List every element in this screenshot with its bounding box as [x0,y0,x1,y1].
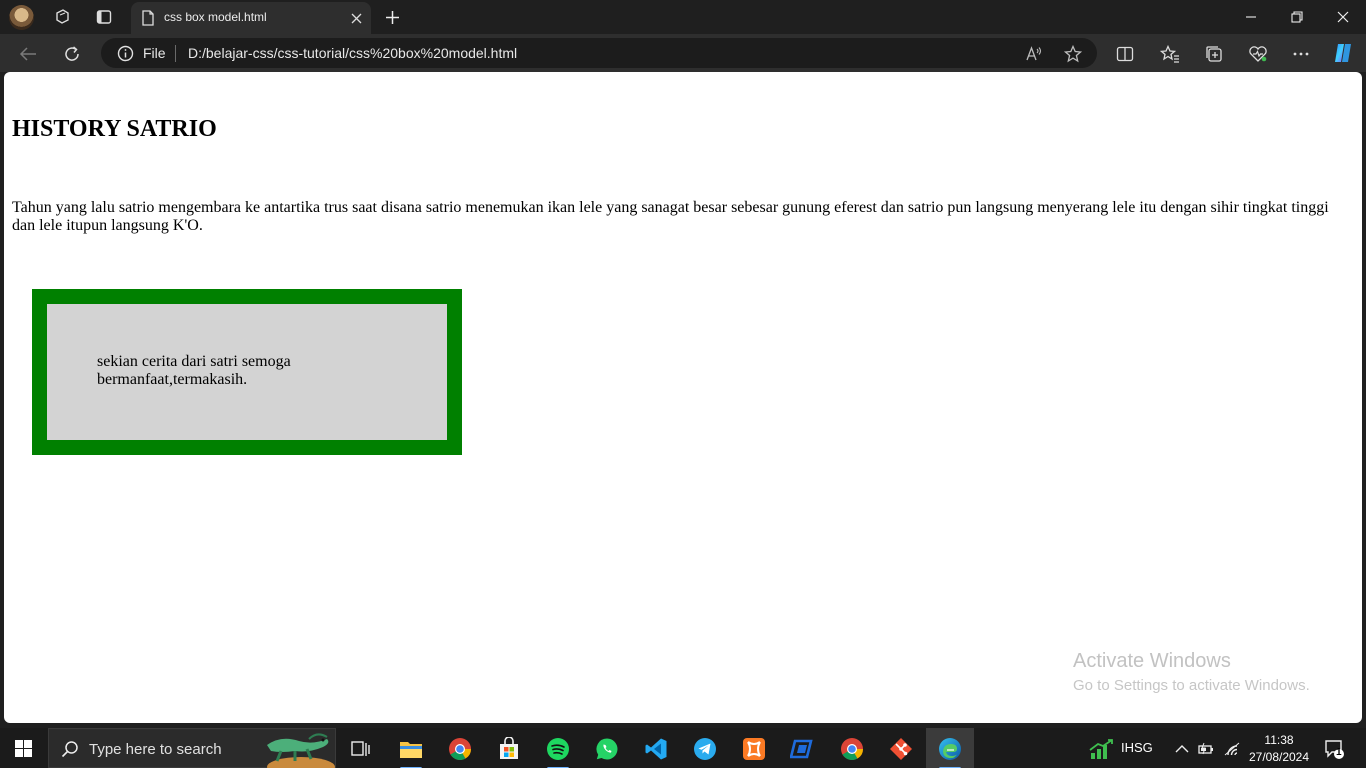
clock-date: 27/08/2024 [1248,750,1310,764]
page-heading: HISTORY SATRIO [12,116,217,142]
telegram-icon[interactable] [692,736,718,762]
taskbar-search[interactable]: Type here to search [48,728,336,768]
search-icon [61,740,79,758]
search-highlight-art-icon [261,731,337,768]
back-icon[interactable] [17,43,39,65]
scheme-label: File [143,45,166,61]
close-window-icon[interactable] [1333,7,1353,27]
url-text[interactable]: D:/belajar-css/css-tutorial/css%20box%20… [188,45,517,61]
watermark-subtitle: Go to Settings to activate Windows. [1073,677,1310,694]
profile-avatar[interactable] [9,5,34,30]
favorite-star-icon[interactable] [1062,43,1084,65]
xampp-icon[interactable] [741,736,767,762]
file-explorer-icon[interactable] [398,736,424,768]
spotify-icon[interactable] [545,736,571,768]
tab-title: css box model.html [164,10,267,24]
box-model-content: sekian cerita dari satri semoga bermanfa… [47,304,447,440]
tab-active[interactable]: css box model.html [131,2,371,34]
site-info-icon[interactable] [117,45,134,62]
vscode-icon[interactable] [643,736,669,762]
tab-strip: css box model.html [0,0,1366,34]
copilot-icon[interactable] [1331,40,1357,66]
chevron-up-icon[interactable] [1171,736,1193,762]
page-icon [141,10,155,26]
whatsapp-icon[interactable] [594,736,620,762]
battery-icon[interactable] [1196,736,1218,762]
tab-actions-icon[interactable] [94,7,114,27]
notification-count: 1 [1336,747,1342,758]
watermark-title: Activate Windows [1073,650,1231,672]
favorites-icon[interactable] [1159,43,1181,65]
wifi-icon[interactable] [1221,736,1243,762]
browser-toolbar: File D:/belajar-css/css-tutorial/css%20b… [0,34,1366,72]
split-screen-icon[interactable] [1114,43,1136,65]
workspaces-icon[interactable] [52,7,72,27]
taskbar: Type here to search IHSG 11:38 27/08/202… [0,728,1366,768]
microsoft-store-icon[interactable] [496,736,522,762]
minimize-icon[interactable] [1241,7,1261,27]
ihsg-label[interactable]: IHSG [1121,740,1153,755]
clock-time: 11:38 [1264,733,1294,747]
activate-windows-watermark: Activate Windows Go to Settings to activ… [1073,650,1310,694]
task-view-icon[interactable] [347,736,373,762]
restore-icon[interactable] [1287,7,1307,27]
box-model-border: sekian cerita dari satri semoga bermanfa… [32,289,462,455]
page-viewport: HISTORY SATRIO Tahun yang lalu satrio me… [4,72,1362,723]
box-text: sekian cerita dari satri semoga bermanfa… [97,353,291,388]
windows-start-icon[interactable] [15,740,32,757]
address-separator [175,45,176,62]
notification-center-icon[interactable]: 1 [1324,739,1344,759]
chrome-icon-2[interactable] [839,736,865,762]
refresh-icon[interactable] [61,43,83,65]
ihsg-stock-icon[interactable] [1088,736,1116,762]
story-paragraph: Tahun yang lalu satrio mengembara ke ant… [12,199,1329,234]
system-clock[interactable]: 11:38 27/08/2024 [1248,732,1310,766]
git-icon[interactable] [888,736,914,762]
new-tab-icon[interactable] [382,7,402,27]
read-aloud-icon[interactable] [1023,43,1045,65]
close-tab-icon[interactable] [346,8,366,28]
chrome-icon[interactable] [447,736,473,762]
more-menu-icon[interactable] [1290,43,1312,65]
edge-icon[interactable] [937,736,963,768]
search-placeholder: Type here to search [89,741,222,758]
anydesk-icon[interactable] [790,736,816,762]
address-bar[interactable]: File D:/belajar-css/css-tutorial/css%20b… [101,38,1097,68]
browser-essentials-icon[interactable] [1247,43,1269,65]
collections-icon[interactable] [1203,43,1225,65]
